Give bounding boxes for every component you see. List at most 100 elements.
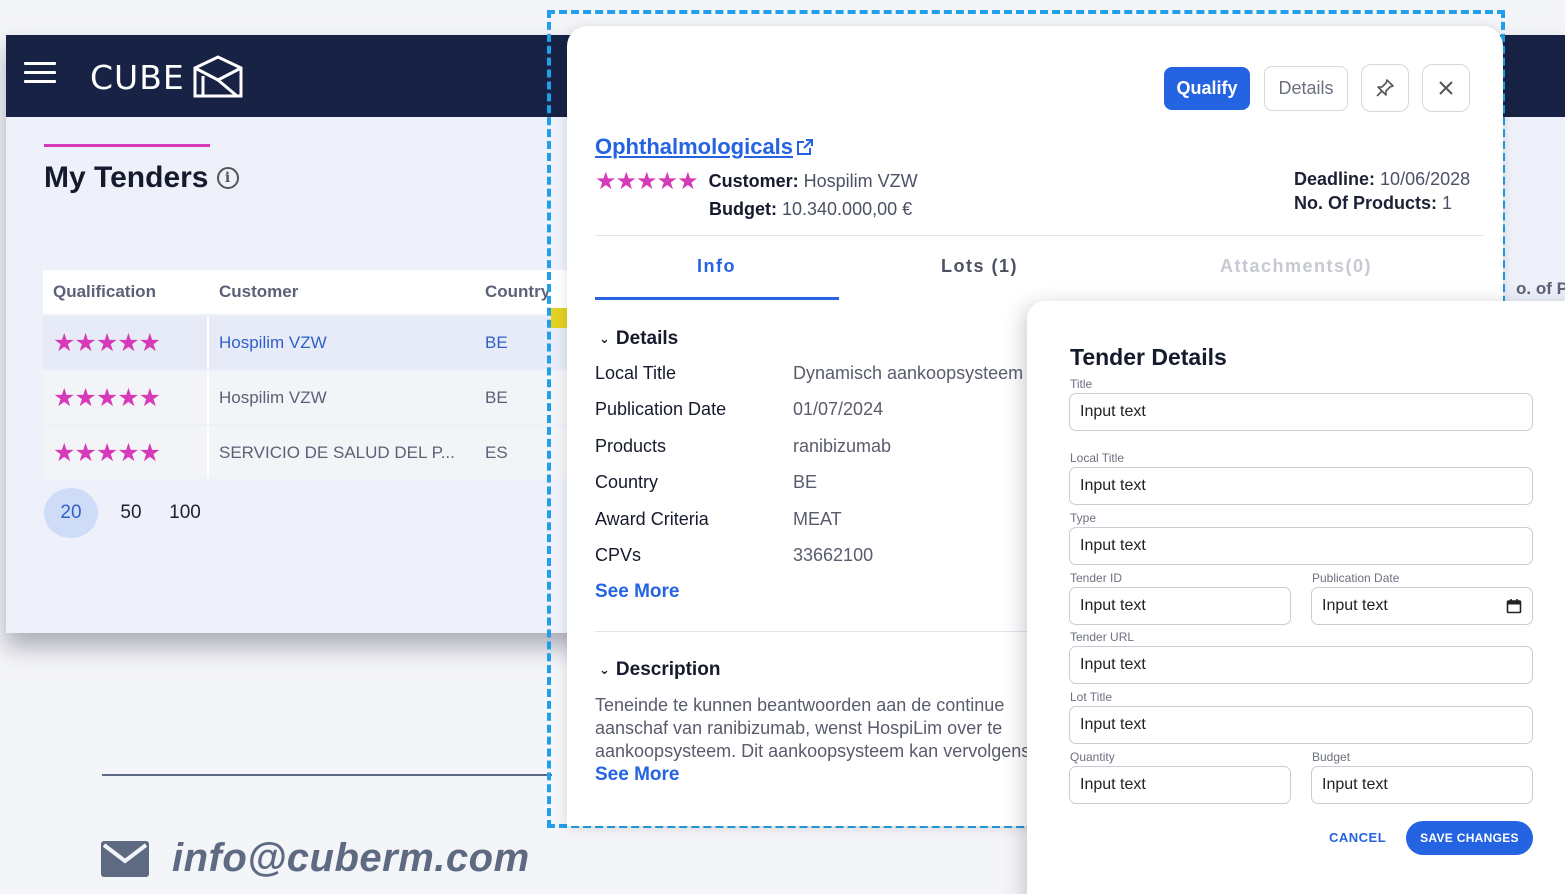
- publication-date-value: Input text: [1322, 597, 1388, 614]
- footer-divider: [102, 774, 552, 776]
- page-size-selector: 20 50 100: [44, 488, 212, 538]
- mail-icon: [101, 840, 149, 877]
- divider: [595, 631, 1055, 632]
- description-see-more-link[interactable]: See More: [595, 764, 679, 786]
- contact-email[interactable]: info@cuberm.com: [100, 836, 530, 881]
- close-button[interactable]: [1422, 64, 1470, 112]
- detail-value: 01/07/2024: [793, 399, 884, 419]
- tender-id-label: Tender ID: [1070, 571, 1123, 585]
- table-row[interactable]: ★★★★★ Hospilim VZW BE: [43, 316, 583, 369]
- page-size-20[interactable]: 20: [44, 488, 98, 538]
- type-input[interactable]: Input text: [1069, 527, 1533, 565]
- publication-date-label: Publication Date: [1312, 571, 1400, 585]
- column-header-customer[interactable]: Customer: [209, 270, 475, 314]
- detail-row: Country BE: [595, 472, 817, 493]
- rating-stars: ★★★★★: [53, 383, 161, 412]
- cube-logo[interactable]: CUBE: [90, 47, 245, 107]
- detail-key: Products: [595, 436, 667, 456]
- budget-value: 10.340.000,00 €: [782, 199, 913, 219]
- details-heading: Details: [615, 328, 679, 349]
- publication-date-input[interactable]: Input text: [1311, 587, 1533, 625]
- tender-details-form: Tender Details Title Input text Local Ti…: [1027, 301, 1565, 894]
- lot-title-input[interactable]: Input text: [1069, 706, 1533, 744]
- tender-url-input[interactable]: Input text: [1069, 646, 1533, 684]
- info-icon[interactable]: i: [216, 167, 239, 189]
- customer-label: Customer:: [708, 171, 799, 191]
- cancel-button[interactable]: CANCEL: [1329, 830, 1386, 845]
- close-icon: [1439, 81, 1453, 95]
- table-row[interactable]: ★★★★★ SERVICIO DE SALUD DEL P... ES: [43, 426, 583, 479]
- budget-label: Budget: [1312, 750, 1351, 764]
- page-size-50[interactable]: 50: [104, 488, 158, 538]
- pin-button[interactable]: [1361, 64, 1409, 112]
- hamburger-menu-icon[interactable]: [24, 62, 56, 84]
- details-button[interactable]: Details: [1264, 66, 1348, 111]
- budget-label: Budget:: [709, 199, 777, 219]
- qualify-button[interactable]: Qualify: [1164, 67, 1250, 110]
- active-tab-indicator: [595, 297, 839, 300]
- detail-key: CPVs: [595, 545, 642, 565]
- lot-title-label: Lot Title: [1070, 690, 1113, 704]
- customer-cell[interactable]: Hospilim VZW: [209, 316, 475, 369]
- tender-url-label: Tender URL: [1070, 630, 1135, 644]
- logo-text: CUBE: [90, 57, 185, 97]
- save-changes-button[interactable]: SAVE CHANGES: [1406, 821, 1533, 855]
- tender-meta-right: Deadline: 10/06/2028 No. Of Products: 1: [1294, 169, 1470, 217]
- detail-row: Publication Date 01/07/2024: [595, 399, 883, 420]
- title-accent-line: [44, 144, 210, 147]
- table-header: Qualification Customer Country: [43, 270, 583, 314]
- description-line: aanschaf van ranibizumab, wenst HospiLim…: [595, 718, 1003, 738]
- local-title-input[interactable]: Input text: [1069, 467, 1533, 505]
- calendar-icon[interactable]: [1506, 598, 1522, 614]
- cube-logo-mark-icon: [193, 55, 243, 98]
- rating-stars: ★★★★★: [53, 328, 161, 357]
- tab-info[interactable]: Info: [697, 256, 736, 277]
- external-link-icon: [797, 139, 814, 155]
- detail-key: Award Criteria: [595, 509, 709, 529]
- rating-stars: ★★★★★: [595, 168, 699, 195]
- customer-cell[interactable]: SERVICIO DE SALUD DEL P...: [209, 426, 475, 479]
- details-see-more-link[interactable]: See More: [595, 581, 679, 603]
- divider: [595, 235, 1483, 236]
- description-text: Teneinde te kunnen beantwoorden aan de c…: [595, 694, 1035, 763]
- products-count-label: No. Of Products:: [1294, 193, 1437, 213]
- detail-key: Country: [595, 472, 659, 492]
- tab-lots[interactable]: Lots (1): [941, 256, 1018, 277]
- chevron-down-icon: ⌄: [599, 662, 610, 677]
- chevron-down-icon: ⌄: [599, 331, 610, 346]
- description-section-toggle[interactable]: ⌄ Description: [599, 659, 720, 681]
- column-header-no-of-products[interactable]: o. of Pro: [1516, 279, 1565, 299]
- email-address[interactable]: info@cuberm.com: [172, 836, 530, 881]
- detail-value: MEAT: [793, 509, 842, 529]
- detail-value: BE: [793, 472, 818, 492]
- customer-value: Hospilim VZW: [803, 171, 918, 191]
- description-line: Teneinde te kunnen beantwoorden aan de c…: [595, 695, 1005, 715]
- column-header-qualification[interactable]: Qualification: [43, 270, 209, 314]
- detail-row: CPVs 33662100: [595, 545, 873, 566]
- page-size-100[interactable]: 100: [158, 488, 212, 538]
- detail-row: Local Title Dynamisch aankoopsysteem: [595, 363, 1023, 384]
- rating-stars: ★★★★★: [53, 438, 161, 467]
- detail-value: Dynamisch aankoopsysteem: [793, 363, 1024, 383]
- quantity-input[interactable]: Input text: [1069, 766, 1291, 804]
- tenders-table: Qualification Customer Country ★★★★★ Hos…: [43, 270, 583, 479]
- description-line: aankoopsysteem. Dit aankoopsysteem kan v…: [595, 741, 1031, 761]
- description-heading: Description: [615, 659, 721, 680]
- products-count-value: 1: [1442, 193, 1453, 213]
- page-title-text: My Tenders: [44, 161, 209, 194]
- page-title: My Tenders i: [44, 161, 239, 195]
- form-title: Tender Details: [1070, 344, 1227, 370]
- title-label: Title: [1070, 377, 1093, 391]
- type-label: Type: [1070, 511, 1097, 525]
- tender-meta-left: ★★★★★ Customer: Hospilim VZW Budget: 10.…: [595, 167, 918, 220]
- tender-title-text: Ophthalmologicals: [595, 134, 794, 159]
- title-input[interactable]: Input text: [1069, 393, 1533, 431]
- table-row[interactable]: ★★★★★ Hospilim VZW BE: [43, 371, 583, 424]
- tender-id-input[interactable]: Input text: [1069, 587, 1291, 625]
- detail-row: Award Criteria MEAT: [595, 509, 842, 530]
- budget-input[interactable]: Input text: [1311, 766, 1533, 804]
- customer-cell[interactable]: Hospilim VZW: [209, 371, 475, 424]
- tab-attachments[interactable]: Attachments(0): [1220, 256, 1372, 277]
- tender-title-link[interactable]: Ophthalmologicals: [595, 134, 814, 160]
- details-section-toggle[interactable]: ⌄ Details: [599, 328, 678, 350]
